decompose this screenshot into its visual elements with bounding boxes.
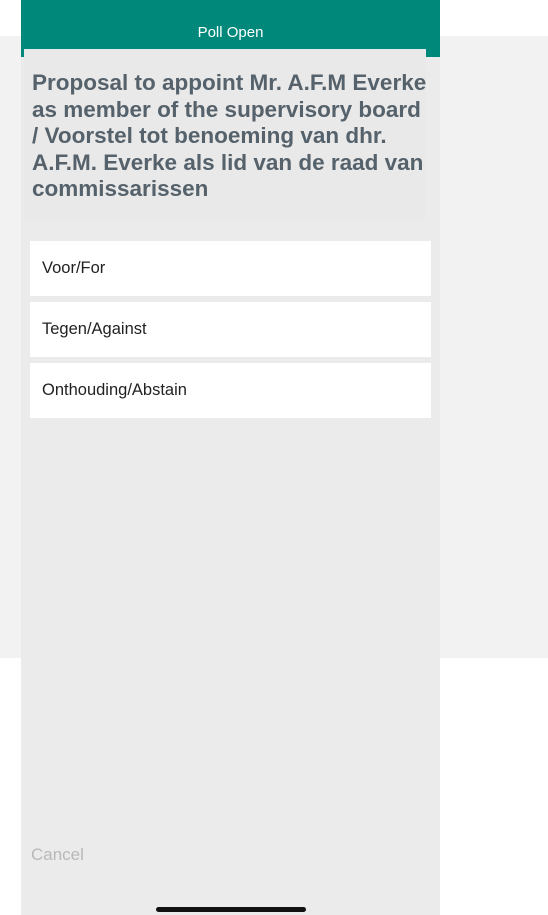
- dialog-title: Poll Open: [197, 24, 264, 41]
- option-label: Tegen/Against: [42, 320, 147, 338]
- poll-question: Proposal to appoint Mr. A.F.M Everke as …: [32, 70, 427, 201]
- home-indicator[interactable]: [156, 907, 306, 912]
- option-abstain[interactable]: Onthouding/Abstain: [30, 363, 431, 418]
- option-for[interactable]: Voor/For: [30, 241, 431, 296]
- cancel-button[interactable]: Cancel: [31, 845, 84, 865]
- option-against[interactable]: Tegen/Against: [30, 302, 431, 357]
- option-label: Voor/For: [42, 259, 106, 277]
- option-label: Onthouding/Abstain: [42, 381, 187, 399]
- poll-dialog: Poll Open Proposal to appoint Mr. A.F.M …: [21, 0, 440, 915]
